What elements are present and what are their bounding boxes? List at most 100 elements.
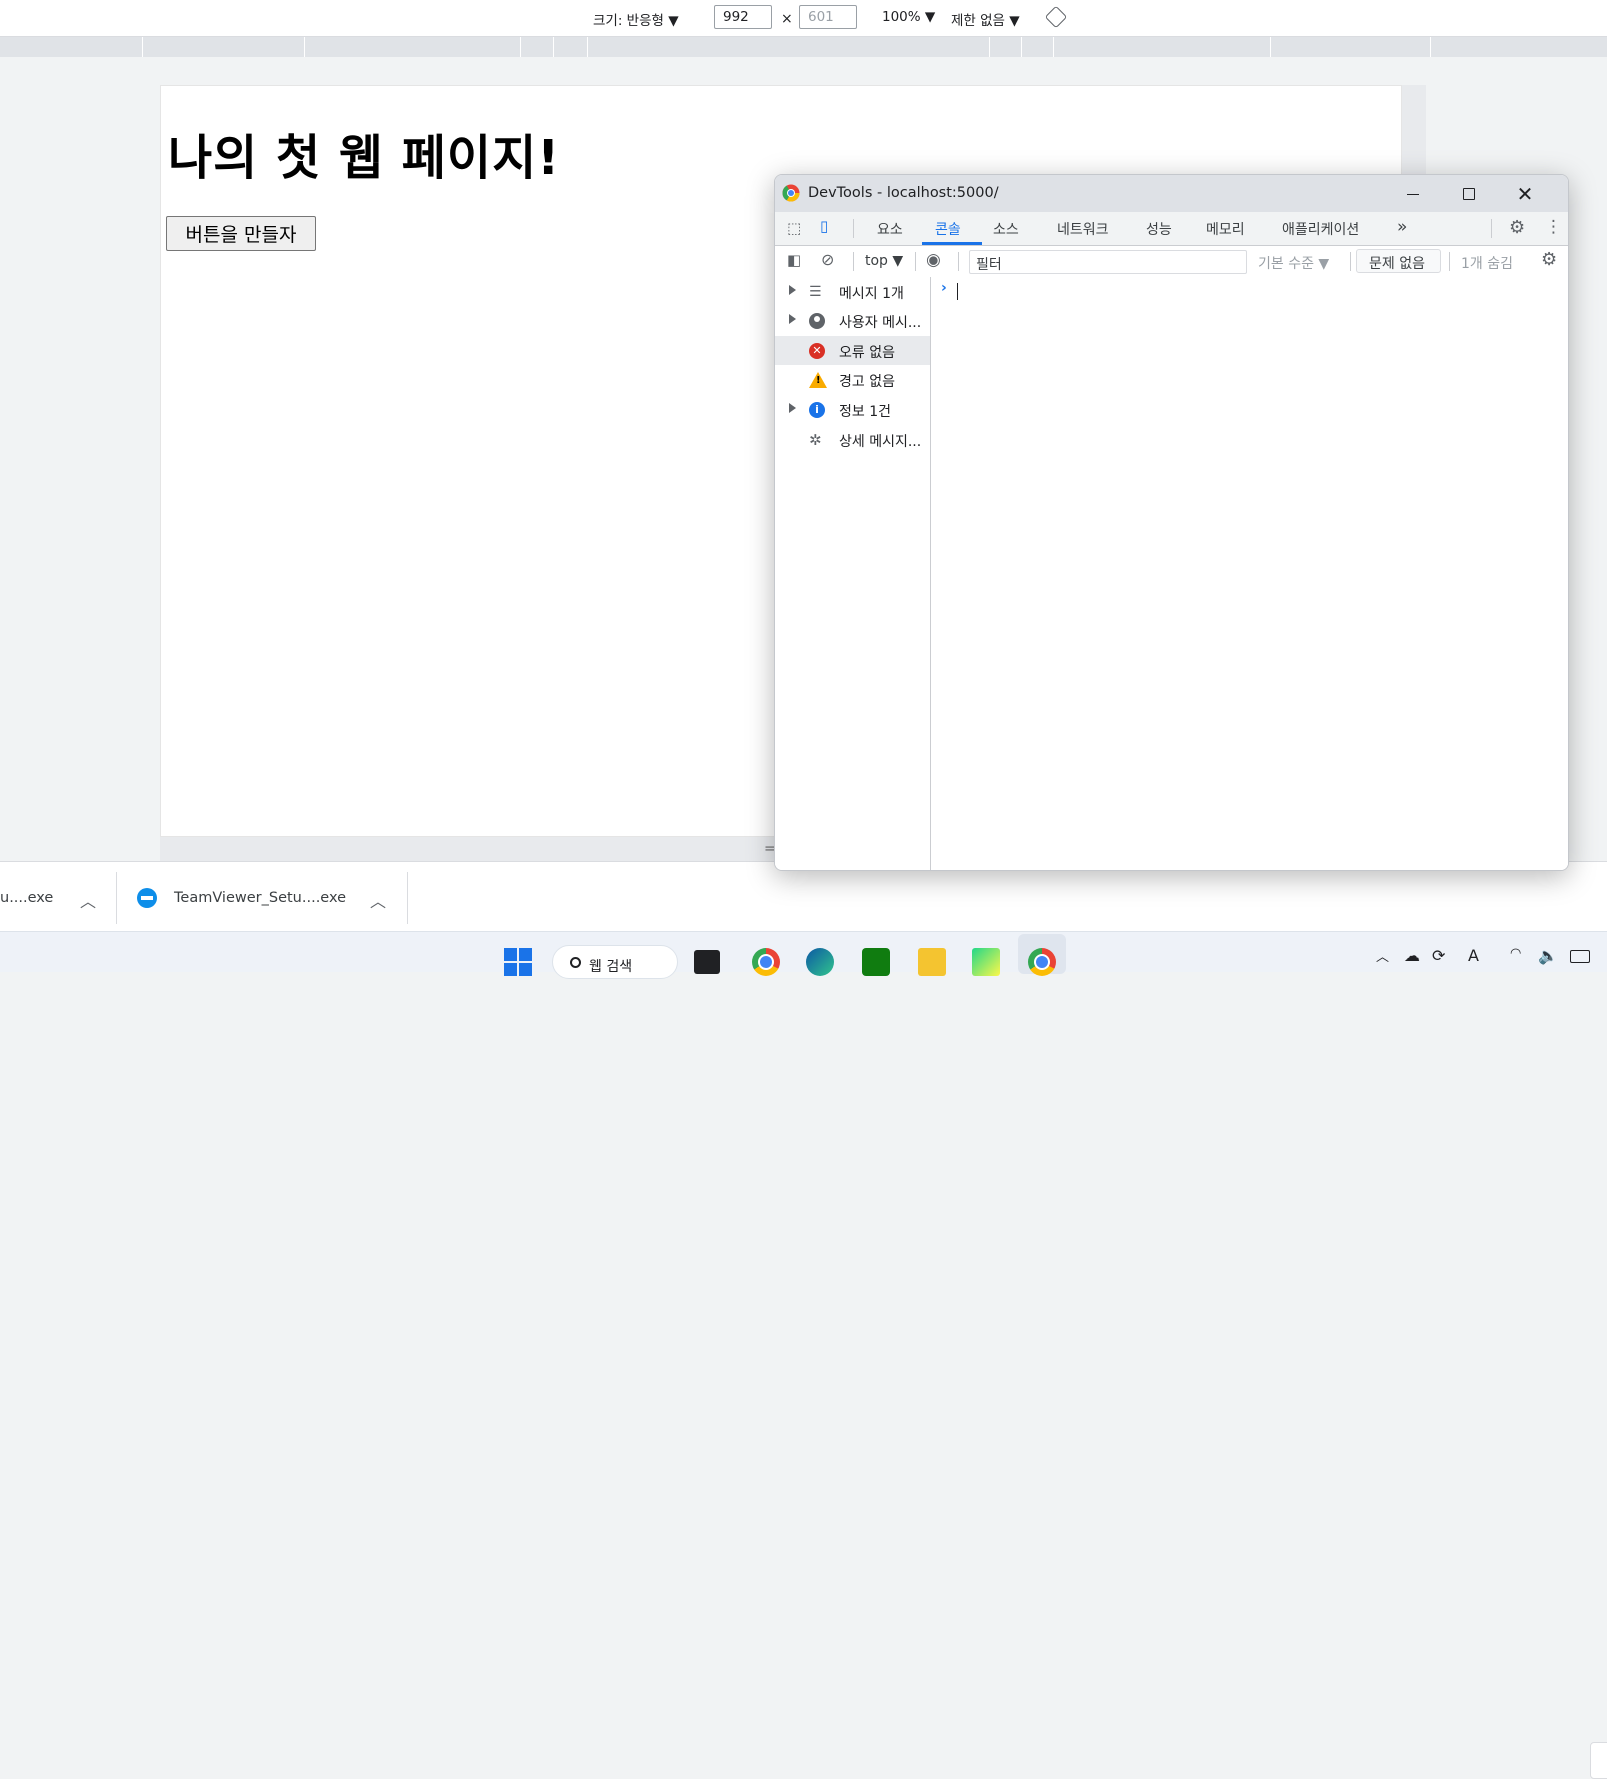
log-levels-dropdown[interactable]: 기본 수준 ▼ bbox=[1258, 253, 1329, 273]
cloud-icon[interactable]: ☁ bbox=[1404, 946, 1420, 965]
width-input[interactable]: 992 bbox=[714, 5, 772, 29]
devtools-title: DevTools - localhost:5000/ bbox=[808, 185, 999, 201]
user-icon bbox=[809, 313, 825, 329]
sidebar-item-label: 경고 없음 bbox=[839, 374, 895, 390]
divider bbox=[1350, 252, 1351, 271]
console-settings-icon[interactable]: ⚙ bbox=[1541, 249, 1557, 270]
hidden-count: 1개 숨김 bbox=[1461, 256, 1513, 272]
devtools-tab-strip: ⬚ ▯ 요소 콘솔 소스 네트워크 성능 메모리 애플리케이션 » ⚙ ⋮ bbox=[775, 212, 1568, 246]
media-query-bar[interactable] bbox=[0, 37, 1607, 57]
devtools-window: DevTools - localhost:5000/ ✕ ⬚ ▯ 요소 콘솔 소… bbox=[774, 174, 1569, 871]
device-toggle-icon[interactable]: ▯ bbox=[820, 217, 828, 235]
volume-icon[interactable]: 🔈 bbox=[1538, 946, 1558, 965]
file-explorer-icon[interactable] bbox=[918, 948, 946, 976]
context-selector[interactable]: top ▼ bbox=[865, 253, 903, 269]
taskbar-search[interactable]: 웹 검색 bbox=[552, 945, 678, 979]
maximize-button[interactable] bbox=[1446, 181, 1492, 207]
console-toolbar: ◧ ⊘ top ▼ ◉ 필터 기본 수준 ▼ 문제 없음 1개 숨김 ⚙ bbox=[775, 246, 1568, 278]
chrome-icon[interactable] bbox=[752, 948, 780, 976]
download-item-1[interactable]: u....exe bbox=[0, 890, 53, 906]
downloads-bar: u....exe ︿ TeamViewer_Setu....exe ︿ bbox=[0, 861, 1607, 1779]
divider bbox=[116, 872, 117, 924]
bug-icon: ✲ bbox=[809, 431, 822, 449]
wifi-icon[interactable]: ◠ bbox=[1510, 946, 1521, 961]
divider bbox=[1449, 252, 1450, 271]
sync-icon[interactable]: ⟳ bbox=[1432, 946, 1445, 965]
device-toolbar: 크기: 반응형 ▼ 992 × 601 100% ▼ 제한 없음 ▼ bbox=[0, 0, 1607, 37]
download-item-2[interactable]: TeamViewer_Setu....exe bbox=[174, 890, 346, 906]
tab-application[interactable]: 애플리케이션 bbox=[1282, 219, 1359, 239]
list-icon: ☰ bbox=[809, 284, 822, 300]
divider bbox=[958, 252, 959, 271]
rotate-icon[interactable] bbox=[1044, 5, 1068, 29]
active-tab-indicator bbox=[922, 242, 982, 245]
zoom-dropdown[interactable]: 100% ▼ bbox=[882, 9, 935, 25]
sidebar-item-label: 메시지 1개 bbox=[839, 286, 904, 302]
sidebar-item-messages[interactable]: ☰ 메시지 1개 bbox=[775, 277, 930, 306]
divider bbox=[853, 219, 854, 238]
sidebar-item-info[interactable]: i 정보 1건 bbox=[775, 395, 930, 424]
xbox-icon[interactable] bbox=[862, 948, 890, 976]
taskbar: 웹 검색 ︿ ☁ ⟳ A ◠ 🔈 bbox=[0, 931, 1607, 979]
sidebar-item-errors[interactable]: ✕ 오류 없음 bbox=[775, 336, 930, 365]
search-label: 웹 검색 bbox=[589, 959, 633, 975]
make-button[interactable]: 버튼을 만들자 bbox=[166, 216, 316, 251]
expand-arrow-icon[interactable] bbox=[789, 285, 796, 295]
info-icon: i bbox=[809, 402, 825, 418]
sidebar-item-user-messages[interactable]: 사용자 메시... bbox=[775, 306, 930, 335]
battery-icon[interactable] bbox=[1570, 950, 1590, 963]
settings-gear-icon[interactable]: ⚙ bbox=[1509, 217, 1525, 238]
more-tabs-icon[interactable]: » bbox=[1397, 217, 1407, 237]
inspect-element-icon[interactable]: ⬚ bbox=[787, 219, 801, 237]
height-input[interactable]: 601 bbox=[799, 5, 857, 29]
task-view-icon[interactable] bbox=[694, 950, 720, 974]
sidebar-toggle-icon[interactable]: ◧ bbox=[787, 251, 801, 269]
issues-button[interactable]: 문제 없음 bbox=[1356, 249, 1441, 273]
show-all-button[interactable] bbox=[1590, 1742, 1607, 1779]
chrome-icon bbox=[782, 184, 800, 202]
tab-performance[interactable]: 성능 bbox=[1146, 219, 1172, 239]
chrome-active-icon[interactable] bbox=[1028, 948, 1056, 976]
sidebar-item-label: 오류 없음 bbox=[839, 345, 895, 361]
expand-arrow-icon[interactable] bbox=[789, 314, 796, 324]
sidebar-item-label: 사용자 메시... bbox=[839, 315, 922, 331]
tab-network[interactable]: 네트워크 bbox=[1057, 219, 1109, 239]
ime-indicator[interactable]: A bbox=[1468, 946, 1479, 965]
devtools-titlebar[interactable]: DevTools - localhost:5000/ ✕ bbox=[775, 175, 1568, 212]
sidebar-item-verbose[interactable]: ✲ 상세 메시지... bbox=[775, 425, 930, 454]
tab-sources[interactable]: 소스 bbox=[993, 219, 1019, 239]
chevron-up-icon[interactable]: ︿ bbox=[1376, 946, 1389, 965]
expand-arrow-icon[interactable] bbox=[789, 403, 796, 413]
filter-input[interactable]: 필터 bbox=[969, 250, 1247, 274]
times-sign: × bbox=[781, 11, 793, 27]
windows-start-icon[interactable] bbox=[504, 948, 532, 976]
divider bbox=[407, 872, 408, 924]
console-output[interactable]: › bbox=[931, 277, 1568, 870]
minimize-button[interactable] bbox=[1390, 181, 1436, 207]
tab-console[interactable]: 콘솔 bbox=[935, 219, 961, 239]
divider bbox=[853, 252, 854, 271]
throttle-dropdown[interactable]: 제한 없음 ▼ bbox=[951, 9, 1020, 29]
error-icon: ✕ bbox=[809, 343, 825, 359]
clear-console-icon[interactable]: ⊘ bbox=[821, 250, 834, 269]
divider bbox=[915, 252, 916, 271]
chevron-up-icon[interactable]: ︿ bbox=[80, 888, 96, 912]
close-button[interactable]: ✕ bbox=[1502, 181, 1548, 207]
eye-icon[interactable]: ◉ bbox=[926, 250, 941, 270]
chevron-up-icon[interactable]: ︿ bbox=[370, 888, 386, 912]
edge-icon[interactable] bbox=[806, 948, 834, 976]
sidebar-item-label: 정보 1건 bbox=[839, 404, 891, 420]
tab-elements[interactable]: 요소 bbox=[877, 219, 903, 239]
warning-icon bbox=[809, 372, 827, 388]
more-options-icon[interactable]: ⋮ bbox=[1545, 217, 1562, 237]
console-sidebar: ☰ 메시지 1개 사용자 메시... ✕ 오류 없음 경고 없음 i 정보 1건… bbox=[775, 277, 931, 870]
text-caret bbox=[957, 283, 958, 300]
sidebar-item-warnings[interactable]: 경고 없음 bbox=[775, 365, 930, 394]
sidebar-item-label: 상세 메시지... bbox=[839, 434, 922, 450]
page-heading: 나의 첫 웹 페이지! bbox=[168, 130, 561, 186]
teamviewer-icon bbox=[137, 888, 157, 908]
divider bbox=[1491, 219, 1492, 238]
dimensions-dropdown[interactable]: 크기: 반응형 ▼ bbox=[593, 9, 679, 29]
pycharm-icon[interactable] bbox=[972, 948, 1000, 976]
tab-memory[interactable]: 메모리 bbox=[1206, 219, 1245, 239]
